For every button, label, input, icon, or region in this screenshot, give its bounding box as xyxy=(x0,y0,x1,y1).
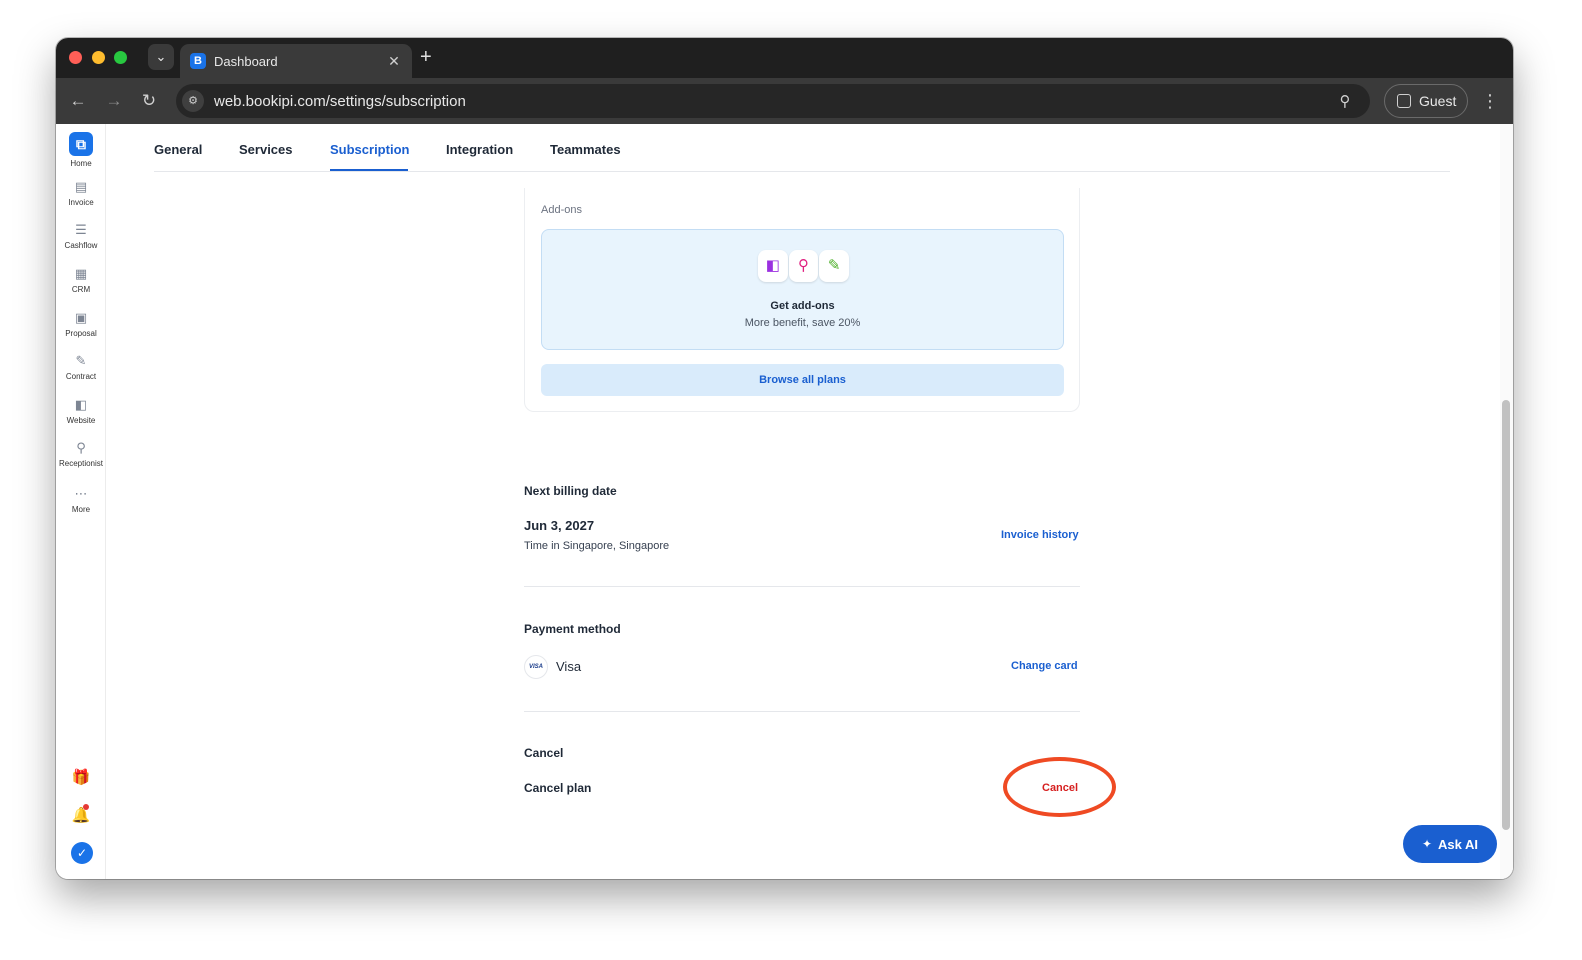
url-text[interactable]: web.bookipi.com/settings/subscription xyxy=(214,93,1334,110)
browser-toolbar: ← → ↻ ⚙ web.bookipi.com/settings/subscri… xyxy=(56,78,1513,124)
billing-timezone: Time in Singapore, Singapore xyxy=(524,540,670,552)
tab-teammates[interactable]: Teammates xyxy=(550,142,621,157)
maximize-window-button[interactable] xyxy=(114,51,127,64)
gift-icon[interactable]: 🎁 xyxy=(71,768,91,786)
sidebar-item-label: Receptionist xyxy=(58,459,104,468)
sidebar-item-website[interactable]: ◧ Website xyxy=(56,397,106,425)
guest-profile-button[interactable]: Guest xyxy=(1384,84,1468,118)
addon-icons-group: ◧ ⚲ ✎ xyxy=(758,250,850,284)
ask-ai-button[interactable]: ✦ Ask AI xyxy=(1403,825,1497,863)
notification-bell-icon[interactable]: 🔔 xyxy=(71,804,91,824)
tab-subscription[interactable]: Subscription xyxy=(330,142,409,157)
profile-icon xyxy=(1397,94,1411,108)
app-sidebar: ⧉ Home ▤ Invoice ☰ Cashflow ▦ CRM ▣ Prop… xyxy=(56,124,106,879)
addons-card: Add-ons ◧ ⚲ ✎ Get add-ons More benefit, … xyxy=(524,188,1080,412)
reload-icon[interactable]: ↻ xyxy=(136,88,162,114)
sidebar-item-receptionist[interactable]: ⚲ Receptionist xyxy=(56,440,106,468)
visa-card-icon: VISA xyxy=(524,655,548,679)
sidebar-item-crm[interactable]: ▦ CRM xyxy=(56,266,106,294)
receptionist-icon: ⚲ xyxy=(76,440,86,455)
profile-label: Guest xyxy=(1419,93,1457,109)
sidebar-item-home[interactable]: ⧉ Home xyxy=(56,132,106,168)
sidebar-item-label: Home xyxy=(70,159,92,168)
sidebar-item-invoice[interactable]: ▤ Invoice xyxy=(56,179,106,207)
address-bar[interactable]: ⚙ web.bookipi.com/settings/subscription … xyxy=(176,84,1370,118)
settings-tabs: General Services Subscription Integratio… xyxy=(154,124,1450,172)
new-tab-plus-icon[interactable]: + xyxy=(420,46,432,68)
sidebar-item-label: Cashflow xyxy=(64,241,98,250)
addons-promo-box: ◧ ⚲ ✎ Get add-ons More benefit, save 20% xyxy=(541,229,1064,350)
sidebar-item-proposal[interactable]: ▣ Proposal xyxy=(56,310,106,338)
section-divider xyxy=(524,711,1080,712)
invoice-history-link[interactable]: Invoice history xyxy=(1001,529,1079,541)
addons-subtitle: More benefit, save 20% xyxy=(744,317,861,329)
tab-general[interactable]: General xyxy=(154,142,202,157)
bookipi-account-icon[interactable]: ✓ xyxy=(71,842,93,864)
close-tab-icon[interactable]: ✕ xyxy=(384,53,404,70)
next-billing-date: Jun 3, 2027 xyxy=(524,518,595,533)
card-brand-label: Visa xyxy=(556,659,582,674)
sidebar-item-label: Website xyxy=(66,416,96,425)
sidebar-item-label: CRM xyxy=(71,285,91,294)
active-tab-indicator xyxy=(330,169,408,171)
sparkle-icon: ✦ xyxy=(1421,837,1433,851)
sidebar-item-label: More xyxy=(71,505,91,514)
change-card-link[interactable]: Change card xyxy=(1011,660,1078,672)
invoice-icon: ▤ xyxy=(74,179,88,194)
annotation-highlight-ring xyxy=(1003,757,1116,817)
tab-services[interactable]: Services xyxy=(239,142,293,157)
contract-addon-icon: ✎ xyxy=(819,250,850,282)
ask-ai-label: Ask AI xyxy=(1438,836,1479,852)
browser-tab-dashboard[interactable]: B Dashboard ✕ xyxy=(180,44,412,78)
close-window-button[interactable] xyxy=(69,51,82,64)
addons-title: Add-ons xyxy=(541,204,582,216)
browser-title-bar: ⌄ B Dashboard ✕ + xyxy=(56,38,1513,78)
cancel-heading: Cancel xyxy=(524,746,564,760)
sidebar-item-cashflow[interactable]: ☰ Cashflow xyxy=(56,222,106,250)
sidebar-item-label: Proposal xyxy=(65,329,97,338)
notification-dot xyxy=(83,804,89,810)
contract-icon: ✎ xyxy=(75,353,87,368)
next-billing-heading: Next billing date xyxy=(524,484,617,498)
sidebar-item-label: Invoice xyxy=(68,198,94,207)
scrollbar-thumb[interactable] xyxy=(1502,400,1510,830)
payment-method-heading: Payment method xyxy=(524,622,621,636)
receptionist-addon-icon: ⚲ xyxy=(788,250,819,282)
sidebar-item-label: Contract xyxy=(65,372,97,381)
website-addon-icon: ◧ xyxy=(758,250,788,282)
tab-title: Dashboard xyxy=(214,53,278,69)
minimize-window-button[interactable] xyxy=(92,51,105,64)
back-arrow-icon[interactable]: ← xyxy=(65,88,91,114)
section-divider xyxy=(524,586,1080,587)
bookipi-favicon-icon: B xyxy=(190,53,206,69)
home-logo-icon: ⧉ xyxy=(69,132,93,156)
sidebar-item-contract[interactable]: ✎ Contract xyxy=(56,353,106,381)
website-icon: ◧ xyxy=(74,397,88,412)
addons-heading: Get add-ons xyxy=(770,300,835,312)
app-page: ⧉ Home ▤ Invoice ☰ Cashflow ▦ CRM ▣ Prop… xyxy=(56,124,1513,879)
sidebar-item-more[interactable]: ⋯ More xyxy=(56,486,106,514)
cancel-plan-label: Cancel plan xyxy=(524,781,592,795)
browser-menu-icon[interactable]: ⋮ xyxy=(1480,88,1500,114)
cashflow-icon: ☰ xyxy=(75,222,87,237)
site-info-icon[interactable]: ⚙ xyxy=(182,90,204,112)
tab-search-dropdown-icon[interactable]: ⌄ xyxy=(148,44,174,70)
browse-all-plans-button[interactable]: Browse all plans xyxy=(541,364,1064,396)
zoom-magnifier-icon[interactable]: ⚲ xyxy=(1334,92,1356,110)
proposal-icon: ▣ xyxy=(74,310,88,325)
more-icon: ⋯ xyxy=(74,486,88,501)
forward-arrow-icon[interactable]: → xyxy=(101,88,127,114)
browser-window: ⌄ B Dashboard ✕ + ← → ↻ ⚙ web.bookipi.co… xyxy=(56,38,1513,879)
crm-icon: ▦ xyxy=(74,266,88,281)
tab-integration[interactable]: Integration xyxy=(446,142,513,157)
